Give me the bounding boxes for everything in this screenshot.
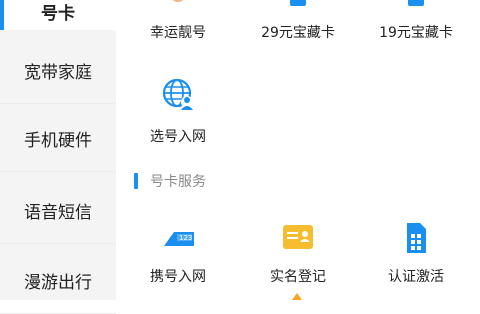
sidebar-item-phone-hardware[interactable]: 手机硬件 (0, 106, 116, 172)
sidebar-item-roaming[interactable]: 漫游出行 (0, 248, 116, 314)
sidebar-item-label: 手机硬件 (24, 131, 92, 151)
id-card-icon (283, 225, 313, 249)
tile-real-name-registration[interactable]: 实名登记 (242, 222, 354, 292)
category-sidebar: 号卡 宽带家庭 手机硬件 语音短信 漫游出行 (0, 0, 116, 314)
sidebar-item-label: 语音短信 (24, 203, 92, 223)
section-title-text: 号卡服务 (150, 174, 206, 190)
tile-select-number[interactable]: 选号入网 (122, 78, 234, 148)
sidebar-item-label: 宽带家庭 (24, 63, 92, 83)
svg-text:123: 123 (179, 234, 192, 242)
tile-label: 29元宝藏卡 (261, 25, 335, 41)
tile-label: 选号入网 (150, 129, 206, 145)
sim-card-blue-icon (290, 0, 306, 6)
tile-number-transfer[interactable]: 123 携号入网 (122, 222, 234, 292)
number-transfer-icon: 123 (164, 232, 194, 246)
tile-19-treasure-card[interactable]: 19元宝藏卡 (360, 0, 472, 50)
tile-verify-activate[interactable]: 认证激活 (360, 222, 472, 292)
lucky-number-icon (172, 0, 184, 2)
tile-label: 幸运靓号 (150, 25, 206, 41)
section-accent-bar (134, 173, 138, 189)
partial-next-icon (292, 293, 302, 300)
tile-lucky-number[interactable]: 幸运靓号 (122, 0, 234, 50)
sidebar-item-broadband[interactable]: 宽带家庭 (0, 38, 116, 104)
sim-activate-icon (407, 223, 426, 253)
tile-29-treasure-card[interactable]: 29元宝藏卡 (242, 0, 354, 50)
globe-user-icon (162, 78, 193, 110)
tile-label: 携号入网 (150, 269, 206, 285)
main-content: 幸运靓号 29元宝藏卡 19元宝藏卡 选号入网 号卡服务 123 携号入网 实名… (116, 0, 480, 300)
sidebar-item-label: 漫游出行 (24, 273, 92, 293)
section-title: 号卡服务 (134, 172, 206, 190)
sidebar-item-label: 号卡 (41, 3, 75, 24)
tile-label: 认证激活 (388, 269, 444, 285)
tile-label: 实名登记 (270, 269, 326, 285)
sidebar-item-number-card[interactable]: 号卡 (0, 0, 116, 30)
sim-card-blue-icon (408, 0, 424, 6)
active-indicator (0, 0, 4, 30)
tile-label: 19元宝藏卡 (379, 25, 453, 41)
sidebar-item-voice-sms[interactable]: 语音短信 (0, 178, 116, 244)
